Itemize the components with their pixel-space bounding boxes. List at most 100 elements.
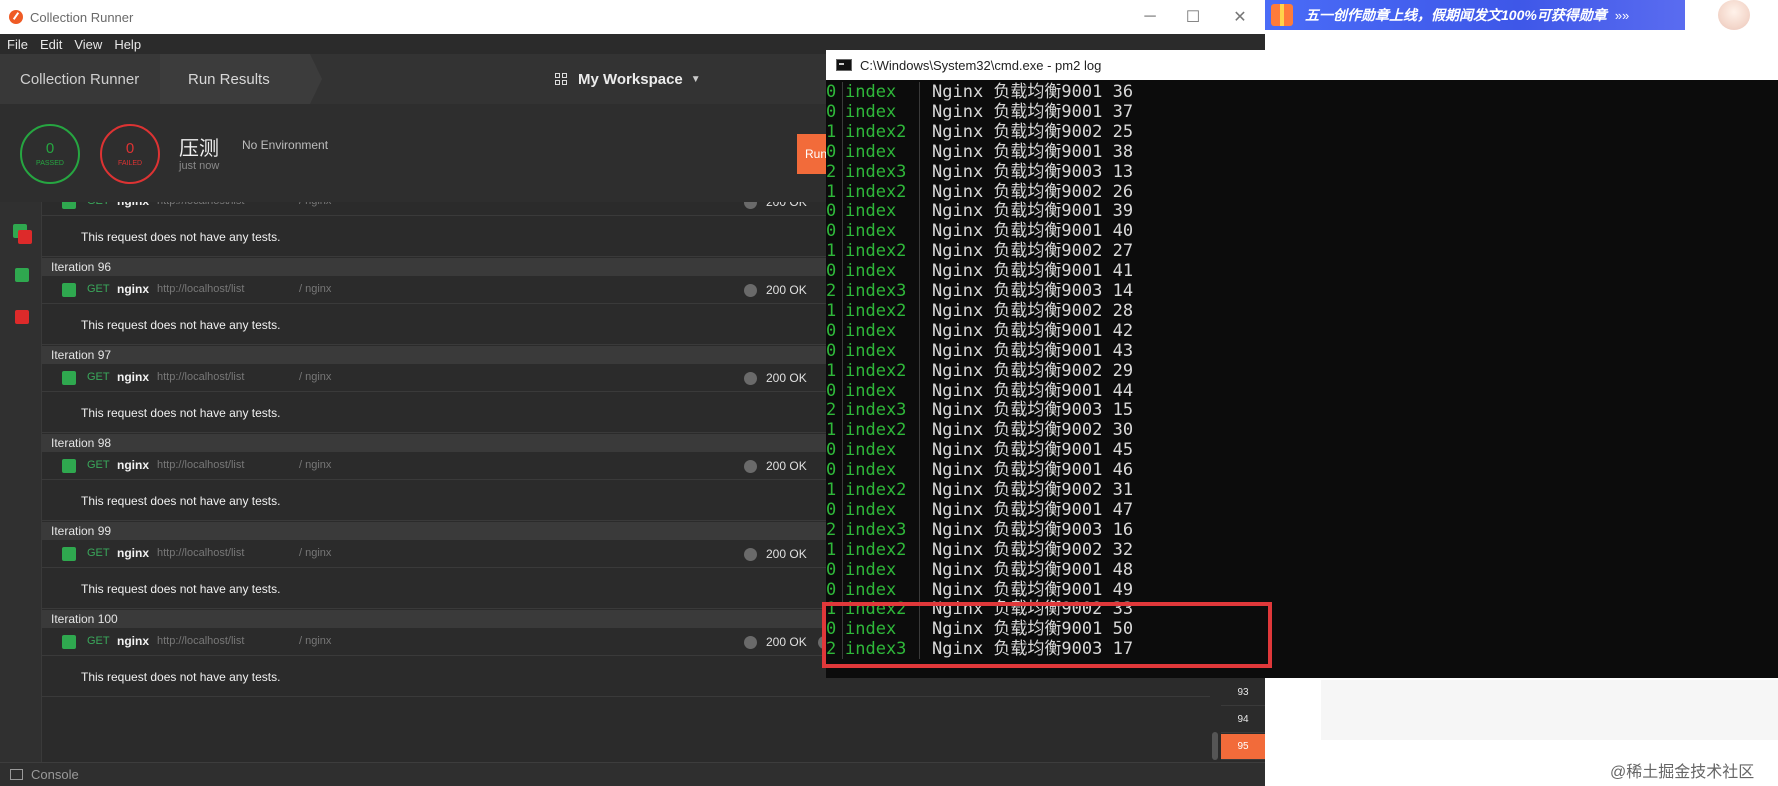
breadcrumb-run-results[interactable]: Run Results bbox=[160, 54, 322, 104]
request-url: http://localhost/list bbox=[157, 635, 245, 647]
filter-all-failed-icon[interactable] bbox=[18, 230, 32, 244]
response-status: 200 OK bbox=[766, 635, 807, 649]
log-message: Nginx 负载均衡9003 13 bbox=[919, 161, 1133, 182]
no-tests-text: This request does not have any tests. bbox=[81, 494, 281, 508]
process-name: index bbox=[842, 380, 922, 401]
log-message: Nginx 负载均衡9002 30 bbox=[919, 420, 1133, 441]
passed-count: 0 bbox=[45, 140, 55, 157]
result-filter-bar bbox=[0, 202, 42, 762]
process-id: 1 bbox=[826, 181, 837, 202]
request-name: nginx bbox=[117, 634, 149, 648]
process-name: index bbox=[842, 579, 922, 600]
menu-help[interactable]: Help bbox=[114, 37, 141, 52]
desktop: 五一创作勋章上线，假期闻发文100%可获得勋章 »» @稀土掘金技术社区 Col… bbox=[0, 0, 1778, 786]
log-message: Nginx 负载均衡9002 28 bbox=[919, 300, 1133, 321]
iteration-nav-item[interactable]: 94 bbox=[1221, 707, 1265, 733]
status-bar: Console bbox=[0, 762, 1265, 786]
workspace-name: My Workspace bbox=[578, 70, 683, 88]
response-status: 200 OK bbox=[766, 202, 807, 209]
status-dot-icon bbox=[744, 372, 757, 385]
cmd-window: C:\Windows\System32\cmd.exe - pm2 log 0i… bbox=[826, 50, 1778, 678]
filter-failed-icon[interactable] bbox=[15, 310, 29, 324]
process-name: index2 bbox=[842, 181, 922, 202]
run-name: 压测 bbox=[179, 138, 219, 160]
process-id: 1 bbox=[826, 420, 837, 441]
log-message: Nginx 负载均衡9002 32 bbox=[919, 539, 1133, 560]
log-message: Nginx 负载均衡9002 25 bbox=[919, 121, 1133, 142]
process-id: 0 bbox=[826, 340, 837, 361]
failed-label: FAILED bbox=[117, 160, 143, 167]
process-id: 0 bbox=[826, 559, 837, 580]
process-name: index bbox=[842, 141, 922, 162]
request-folder-path: / nginx bbox=[299, 202, 331, 207]
cmd-icon bbox=[836, 59, 852, 71]
console-icon[interactable] bbox=[10, 769, 23, 780]
log-message: Nginx 负载均衡9001 40 bbox=[919, 221, 1133, 242]
log-message: Nginx 负载均衡9002 29 bbox=[919, 360, 1133, 381]
request-method: GET bbox=[87, 283, 110, 295]
filter-passed-icon[interactable] bbox=[15, 268, 29, 282]
request-method: GET bbox=[87, 371, 110, 383]
process-name: index3 bbox=[842, 281, 922, 301]
request-name: nginx bbox=[117, 370, 149, 384]
breadcrumb-collection-runner[interactable]: Collection Runner bbox=[0, 54, 172, 104]
menu-edit[interactable]: Edit bbox=[40, 37, 62, 52]
request-method: GET bbox=[87, 547, 110, 559]
no-tests-text: This request does not have any tests. bbox=[81, 582, 281, 596]
log-message: Nginx 负载均衡9002 27 bbox=[919, 241, 1133, 262]
request-name: nginx bbox=[117, 282, 149, 296]
process-name: index bbox=[842, 320, 922, 341]
no-tests-text: This request does not have any tests. bbox=[81, 670, 281, 684]
request-name: nginx bbox=[117, 546, 149, 560]
request-url: http://localhost/list bbox=[157, 547, 245, 559]
status-dot-icon bbox=[744, 284, 757, 297]
window-title: Collection Runner bbox=[30, 9, 134, 25]
log-message: Nginx 负载均衡9001 39 bbox=[919, 201, 1133, 222]
menu-file[interactable]: File bbox=[7, 37, 28, 52]
banner-text: 五一创作勋章上线，假期闻发文100%可获得勋章 bbox=[1305, 7, 1607, 23]
cmd-titlebar: C:\Windows\System32\cmd.exe - pm2 log bbox=[826, 50, 1778, 80]
process-id: 1 bbox=[826, 480, 837, 500]
process-id: 0 bbox=[826, 221, 837, 242]
log-message: Nginx 负载均衡9001 42 bbox=[919, 320, 1133, 341]
process-id: 0 bbox=[826, 101, 837, 122]
process-name: index bbox=[842, 82, 922, 102]
process-id: 0 bbox=[826, 440, 837, 461]
log-message: Nginx 负载均衡9002 26 bbox=[919, 181, 1133, 202]
response-status: 200 OK bbox=[766, 547, 807, 561]
pass-status-icon bbox=[62, 283, 76, 297]
process-name: index bbox=[842, 440, 922, 461]
postman-logo-icon bbox=[9, 10, 23, 24]
process-id: 2 bbox=[826, 161, 837, 182]
scrollbar-thumb[interactable] bbox=[1212, 732, 1218, 760]
log-message: Nginx 负载均衡9001 45 bbox=[919, 440, 1133, 461]
process-name: index bbox=[842, 101, 922, 122]
process-id: 0 bbox=[826, 82, 837, 102]
log-message: Nginx 负载均衡9001 38 bbox=[919, 141, 1133, 162]
process-name: index2 bbox=[842, 241, 922, 262]
request-name: nginx bbox=[117, 458, 149, 472]
iteration-nav-item[interactable]: 95 bbox=[1221, 734, 1265, 760]
promo-banner[interactable]: 五一创作勋章上线，假期闻发文100%可获得勋章 »» bbox=[1265, 0, 1685, 30]
response-status: 200 OK bbox=[766, 459, 807, 473]
no-tests-text: This request does not have any tests. bbox=[81, 230, 281, 244]
cmd-output[interactable]: 0 index Nginx 负载均衡9001 36 0 index Nginx 负载均衡9… bbox=[826, 82, 1778, 678]
workspace-selector[interactable]: My Workspace ▼ bbox=[555, 54, 701, 104]
maximize-icon[interactable]: ☐ bbox=[1170, 0, 1216, 34]
avatar[interactable] bbox=[1718, 0, 1750, 30]
process-name: index bbox=[842, 340, 922, 361]
log-message: Nginx 负载均衡9001 36 bbox=[919, 82, 1133, 102]
grid-icon bbox=[555, 72, 568, 86]
process-id: 0 bbox=[826, 141, 837, 162]
process-name: index bbox=[842, 559, 922, 580]
iteration-nav-item[interactable]: 93 bbox=[1221, 680, 1265, 706]
status-dot-icon bbox=[744, 460, 757, 473]
log-message: Nginx 负载均衡9001 41 bbox=[919, 261, 1133, 282]
no-tests-text: This request does not have any tests. bbox=[81, 318, 281, 332]
request-method: GET bbox=[87, 635, 110, 647]
request-folder-path: / nginx bbox=[299, 547, 332, 559]
menu-view[interactable]: View bbox=[74, 37, 102, 52]
close-icon[interactable]: ✕ bbox=[1217, 0, 1263, 34]
console-button[interactable]: Console bbox=[31, 767, 79, 782]
minimize-icon[interactable]: ─ bbox=[1127, 0, 1173, 34]
